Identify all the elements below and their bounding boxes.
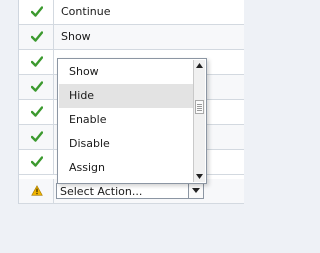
status-cell [19, 125, 54, 149]
action-options-list[interactable]: Show Hide Enable Disable Assign [57, 58, 207, 184]
check-icon [31, 106, 43, 117]
check-icon [31, 31, 43, 42]
action-select-dropdown-button[interactable] [188, 184, 203, 198]
check-icon [31, 56, 43, 67]
status-cell [19, 50, 54, 74]
status-cell [19, 0, 54, 24]
row-label: Show [61, 30, 91, 43]
check-icon [31, 6, 43, 17]
grip-line [197, 106, 202, 107]
grip-line [197, 104, 202, 105]
action-select[interactable]: Select Action... [56, 183, 204, 199]
action-select-value: Select Action... [60, 185, 143, 198]
status-cell [19, 75, 54, 99]
chevron-down-icon [192, 188, 200, 193]
option-show[interactable]: Show [59, 60, 193, 84]
grip-line [197, 110, 202, 111]
scroll-down-button[interactable] [194, 171, 205, 182]
triangle-down-icon [196, 174, 203, 179]
table-row: Continue [19, 0, 244, 25]
table-row: Show [19, 25, 244, 50]
scroll-thumb[interactable] [195, 100, 204, 114]
option-hide[interactable]: Hide [59, 84, 193, 108]
list-scrollbar[interactable] [193, 60, 205, 182]
status-cell [19, 100, 54, 124]
status-cell [19, 25, 54, 49]
option-assign[interactable]: Assign [59, 156, 193, 180]
triangle-up-icon [196, 63, 203, 68]
scroll-up-button[interactable] [194, 60, 205, 71]
option-enable[interactable]: Enable [59, 108, 193, 132]
check-icon [31, 156, 43, 167]
row-label: Continue [61, 5, 111, 18]
option-disable[interactable]: Disable [59, 132, 193, 156]
status-cell [19, 179, 54, 203]
grip-line [197, 108, 202, 109]
status-cell [19, 150, 54, 174]
check-icon [31, 131, 43, 142]
warning-icon [31, 185, 43, 196]
check-icon [31, 81, 43, 92]
